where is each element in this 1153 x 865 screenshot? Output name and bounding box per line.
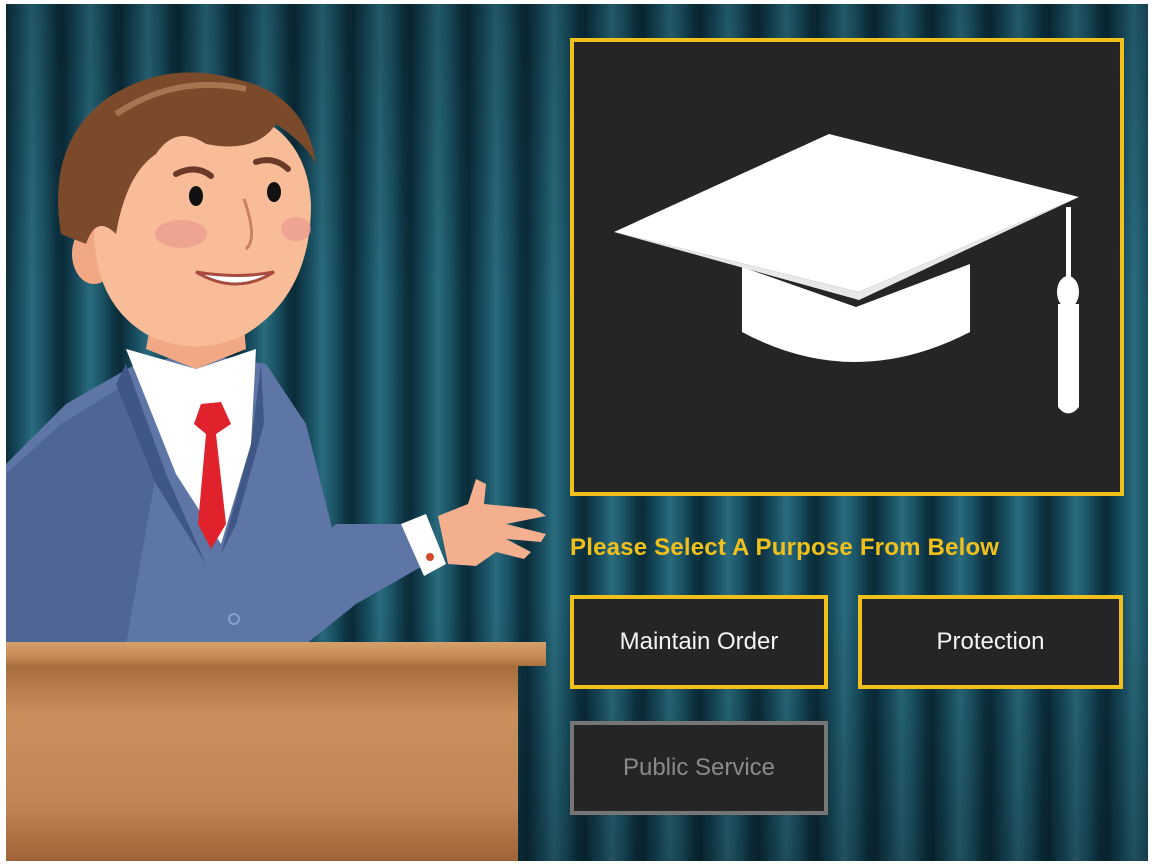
podium-top: [6, 642, 546, 666]
choice-button-protection[interactable]: Protection: [858, 595, 1123, 689]
image-panel: [570, 38, 1124, 496]
choice-label: Maintain Order: [619, 628, 779, 655]
game-stage: Please Select A Purpose From Below Maint…: [6, 4, 1148, 861]
choice-button-public-service: Public Service: [570, 721, 828, 815]
choice-label: Public Service: [622, 754, 776, 781]
graduation-cap-icon: [614, 134, 1079, 414]
choice-label: Protection: [936, 628, 1045, 655]
prompt-text: Please Select A Purpose From Below: [570, 534, 1000, 561]
podium-body: [6, 666, 518, 861]
choice-button-maintain-order[interactable]: Maintain Order: [570, 595, 828, 689]
